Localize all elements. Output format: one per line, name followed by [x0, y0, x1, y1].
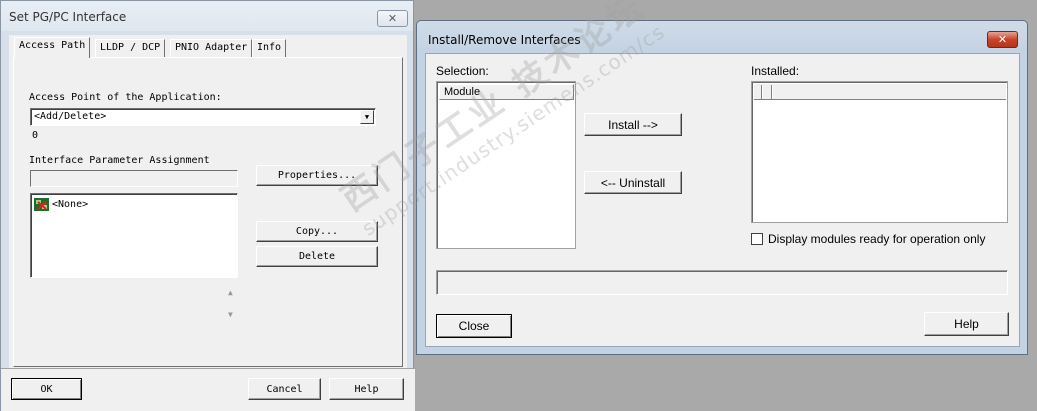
close-icon: ✕	[997, 33, 1008, 46]
copy-button[interactable]: Copy...	[256, 221, 378, 242]
install-button[interactable]: Install -->	[584, 113, 682, 136]
dialog-title: Set PG/PC Interface	[9, 10, 127, 24]
install-remove-interfaces-dialog: Install/Remove Interfaces ✕ Selection: I…	[416, 20, 1028, 355]
dialog-body: LLDP / DCP PNIO Adapter Info Access Poin…	[9, 35, 407, 368]
spin-control[interactable]: ▲ ▼	[224, 286, 240, 328]
network-adapter-icon	[34, 198, 49, 211]
tab-access-path[interactable]: Access Path	[14, 37, 91, 58]
installed-list[interactable]	[751, 81, 1008, 223]
help-button[interactable]: Help	[329, 378, 404, 400]
checkbox-box[interactable]	[751, 233, 763, 245]
help-button[interactable]: Help	[924, 312, 1009, 336]
installed-list-header[interactable]	[754, 84, 1006, 100]
dialog-footer: OK Cancel Help	[1, 368, 415, 411]
close-icon: ✕	[387, 12, 398, 25]
dialog-body: Selection: Installed: Module Install -->…	[425, 53, 1020, 347]
arrow-down-icon[interactable]: ▼	[228, 310, 233, 319]
selection-list[interactable]: Module	[436, 81, 576, 249]
installed-label: Installed:	[751, 64, 800, 78]
column-separator[interactable]	[771, 85, 773, 99]
access-point-select[interactable]: <Add/Delete> ▼	[30, 108, 376, 126]
tab-lldp-dcp[interactable]: LLDP / DCP	[95, 39, 166, 57]
column-separator[interactable]	[761, 85, 763, 99]
list-item-label: <None>	[52, 199, 89, 210]
delete-button[interactable]: Delete	[256, 246, 378, 267]
selection-label: Selection:	[436, 64, 489, 78]
display-modules-checkbox[interactable]: Display modules ready for operation only	[751, 232, 985, 246]
interface-parameter-field[interactable]	[30, 170, 238, 187]
list-item[interactable]: <None>	[34, 198, 88, 211]
close-dialog-button[interactable]: Close	[436, 314, 512, 338]
uninstall-button[interactable]: <-- Uninstall	[584, 171, 682, 194]
checkbox-label[interactable]: Display modules ready for operation only	[768, 232, 985, 246]
dialog-title: Install/Remove Interfaces	[428, 33, 581, 47]
access-point-extra: 0	[32, 130, 39, 141]
interface-parameter-label: Interface Parameter Assignment	[29, 155, 210, 166]
tab-pnio-adapter[interactable]: PNIO Adapter	[170, 39, 253, 57]
close-button[interactable]: ✕	[377, 10, 408, 27]
arrow-up-icon[interactable]: ▲	[228, 288, 233, 297]
access-point-label: Access Point of the Application:	[29, 92, 222, 103]
chevron-down-icon[interactable]: ▼	[360, 110, 374, 124]
ok-button[interactable]: OK	[11, 378, 82, 400]
access-point-value: <Add/Delete>	[34, 111, 107, 122]
tab-panel-access-path: Access Point of the Application: <Add/De…	[13, 57, 403, 367]
interface-parameter-list[interactable]: <None>	[30, 193, 238, 278]
cancel-button[interactable]: Cancel	[248, 378, 321, 400]
close-button[interactable]: ✕	[987, 31, 1018, 48]
set-pgpc-interface-dialog: Set PG/PC Interface ✕ LLDP / DCP PNIO Ad…	[0, 0, 415, 411]
tab-info[interactable]: Info	[252, 39, 287, 57]
properties-button[interactable]: Properties...	[256, 165, 378, 186]
status-field	[436, 270, 1008, 295]
column-header-module[interactable]: Module	[439, 84, 574, 100]
